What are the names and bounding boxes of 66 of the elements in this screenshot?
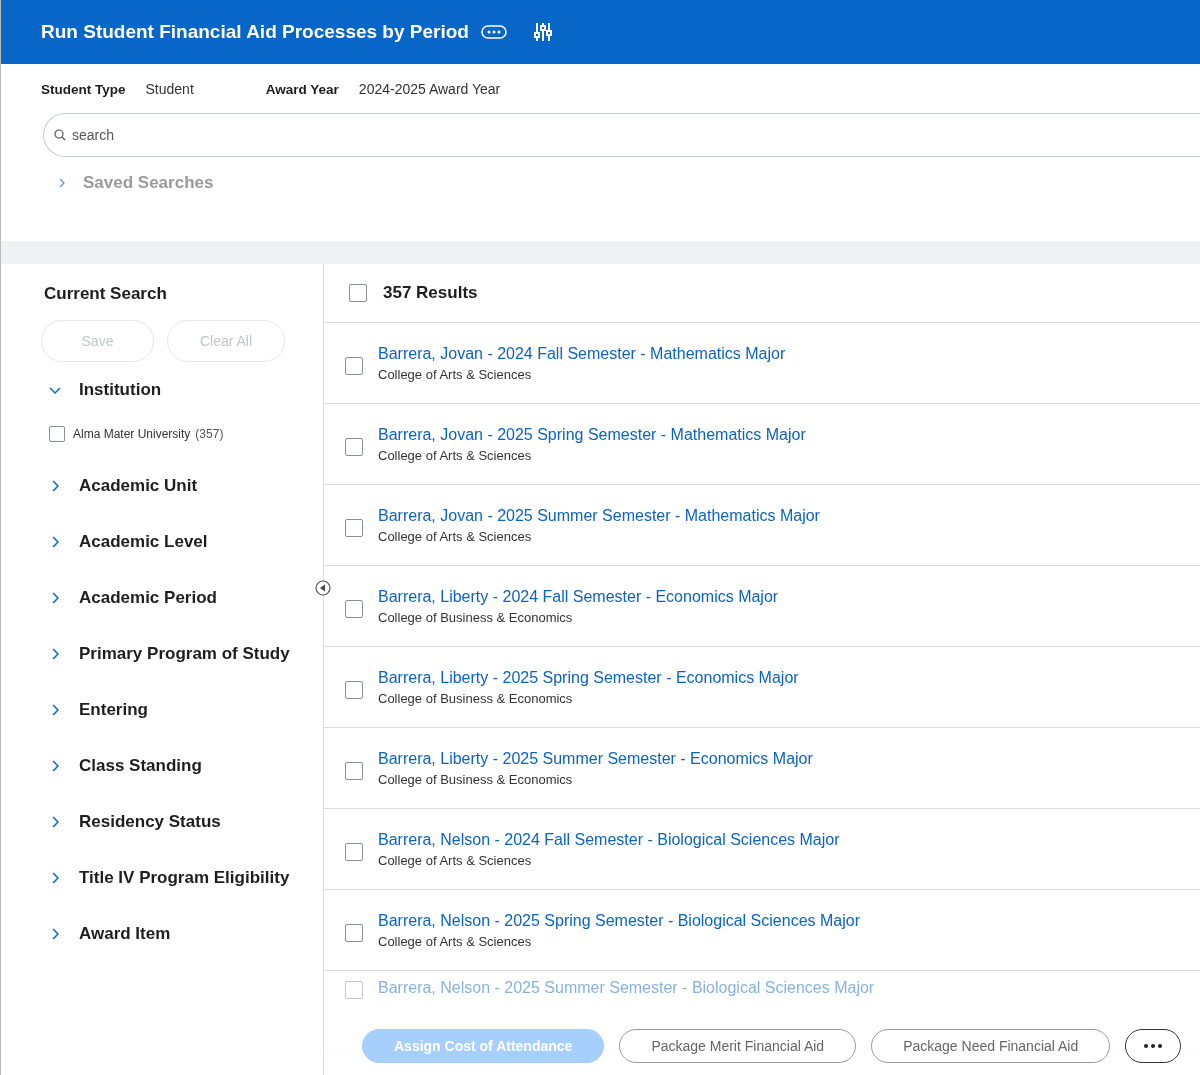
chevron-icon xyxy=(49,480,61,492)
facet-toggle[interactable]: Primary Program of Study xyxy=(41,626,290,682)
action-button[interactable]: Package Merit Financial Aid xyxy=(619,1029,857,1063)
row-checkbox[interactable] xyxy=(345,600,363,618)
facet-toggle[interactable]: Academic Level xyxy=(41,514,208,570)
row-checkbox[interactable] xyxy=(345,519,363,537)
row-checkbox[interactable] xyxy=(345,981,363,999)
chevron-icon xyxy=(57,178,67,188)
facet-toggle[interactable]: Entering xyxy=(41,682,148,738)
chevron-icon xyxy=(49,704,61,716)
result-subtitle: College of Business & Economics xyxy=(378,771,573,787)
chevron-icon xyxy=(49,648,61,660)
row-checkbox[interactable] xyxy=(345,762,363,780)
chevron-icon xyxy=(49,384,61,396)
result-subtitle: College of Arts & Sciences xyxy=(378,933,532,949)
row-checkbox[interactable] xyxy=(345,924,363,942)
result-subtitle: College of Arts & Sciences xyxy=(378,366,532,382)
more-icon[interactable] xyxy=(480,25,507,39)
option-count: (357) xyxy=(195,427,224,441)
collapse-handle-icon[interactable] xyxy=(315,580,331,596)
result-link[interactable]: Barrera, Liberty - 2025 Spring Semester - Economics Major xyxy=(378,668,799,687)
facet-toggle[interactable]: Title IV Program Eligibility xyxy=(41,850,290,906)
result-link[interactable]: Barrera, Nelson - 2024 Fall Semester - Biological Sciences Major xyxy=(378,830,840,849)
result-link[interactable]: Barrera, Jovan - 2024 Fall Semester - Mathematics Major xyxy=(378,344,786,363)
facet-toggle[interactable]: Residency Status xyxy=(41,794,221,850)
result-link[interactable]: Barrera, Liberty - 2024 Fall Semester - Economics Major xyxy=(378,587,779,606)
filter-label: Student Type xyxy=(41,81,126,97)
facet-toggle[interactable]: Academic Period xyxy=(41,570,217,626)
option-label: Alma Mater University xyxy=(73,427,191,441)
result-link[interactable]: Barrera, Liberty - 2025 Summer Semester - Economics Major xyxy=(378,749,813,768)
action-button[interactable]: Package Need Financial Aid xyxy=(871,1029,1111,1063)
filter-value: Student xyxy=(145,81,194,97)
facet-toggle[interactable]: Institution xyxy=(41,362,162,418)
result-subtitle: College of Business & Economics xyxy=(378,609,573,625)
chevron-icon xyxy=(49,592,61,604)
chevron-icon xyxy=(49,760,61,772)
search-icon xyxy=(54,129,66,141)
chevron-icon xyxy=(49,816,61,828)
facet-toggle[interactable]: Academic Unit xyxy=(41,458,198,514)
settings-icon[interactable] xyxy=(533,22,552,42)
row-checkbox[interactable] xyxy=(345,438,363,456)
filter-label: Award Year xyxy=(265,81,339,97)
results-count: 357 Results xyxy=(383,283,478,303)
filter-value: 2024-2025 Award Year xyxy=(358,81,501,97)
facet-toggle[interactable]: Class Standing xyxy=(41,738,202,794)
facet-toggle[interactable]: Award Item xyxy=(41,906,171,962)
row-checkbox[interactable] xyxy=(345,357,363,375)
result-subtitle: College of Arts & Sciences xyxy=(378,852,532,868)
result-link[interactable]: Barrera, Jovan - 2025 Summer Semester - Mathematics Major xyxy=(378,506,820,525)
panel-title: Current Search xyxy=(44,284,168,304)
result-subtitle: College of Arts & Sciences xyxy=(378,447,532,463)
row-checkbox[interactable] xyxy=(345,681,363,699)
chevron-icon xyxy=(49,872,61,884)
row-checkbox[interactable] xyxy=(345,843,363,861)
more-button[interactable] xyxy=(1125,1029,1182,1063)
result-subtitle: College of Business & Economics xyxy=(378,690,573,706)
chevron-icon xyxy=(49,536,61,548)
chevron-icon xyxy=(49,928,61,940)
checkbox[interactable] xyxy=(49,426,65,442)
more-icon xyxy=(1144,1044,1163,1048)
search-field[interactable]: search xyxy=(43,113,1200,157)
page-title: Run Student Financial Aid Processes by Period xyxy=(41,21,469,43)
select-all-checkbox[interactable] xyxy=(349,284,367,302)
result-link[interactable]: Barrera, Jovan - 2025 Spring Semester - Mathematics Major xyxy=(378,425,806,444)
result-link[interactable]: Barrera, Nelson - 2025 Spring Semester - Biological Sciences Major xyxy=(378,911,860,930)
result-subtitle: College of Arts & Sciences xyxy=(378,528,532,544)
